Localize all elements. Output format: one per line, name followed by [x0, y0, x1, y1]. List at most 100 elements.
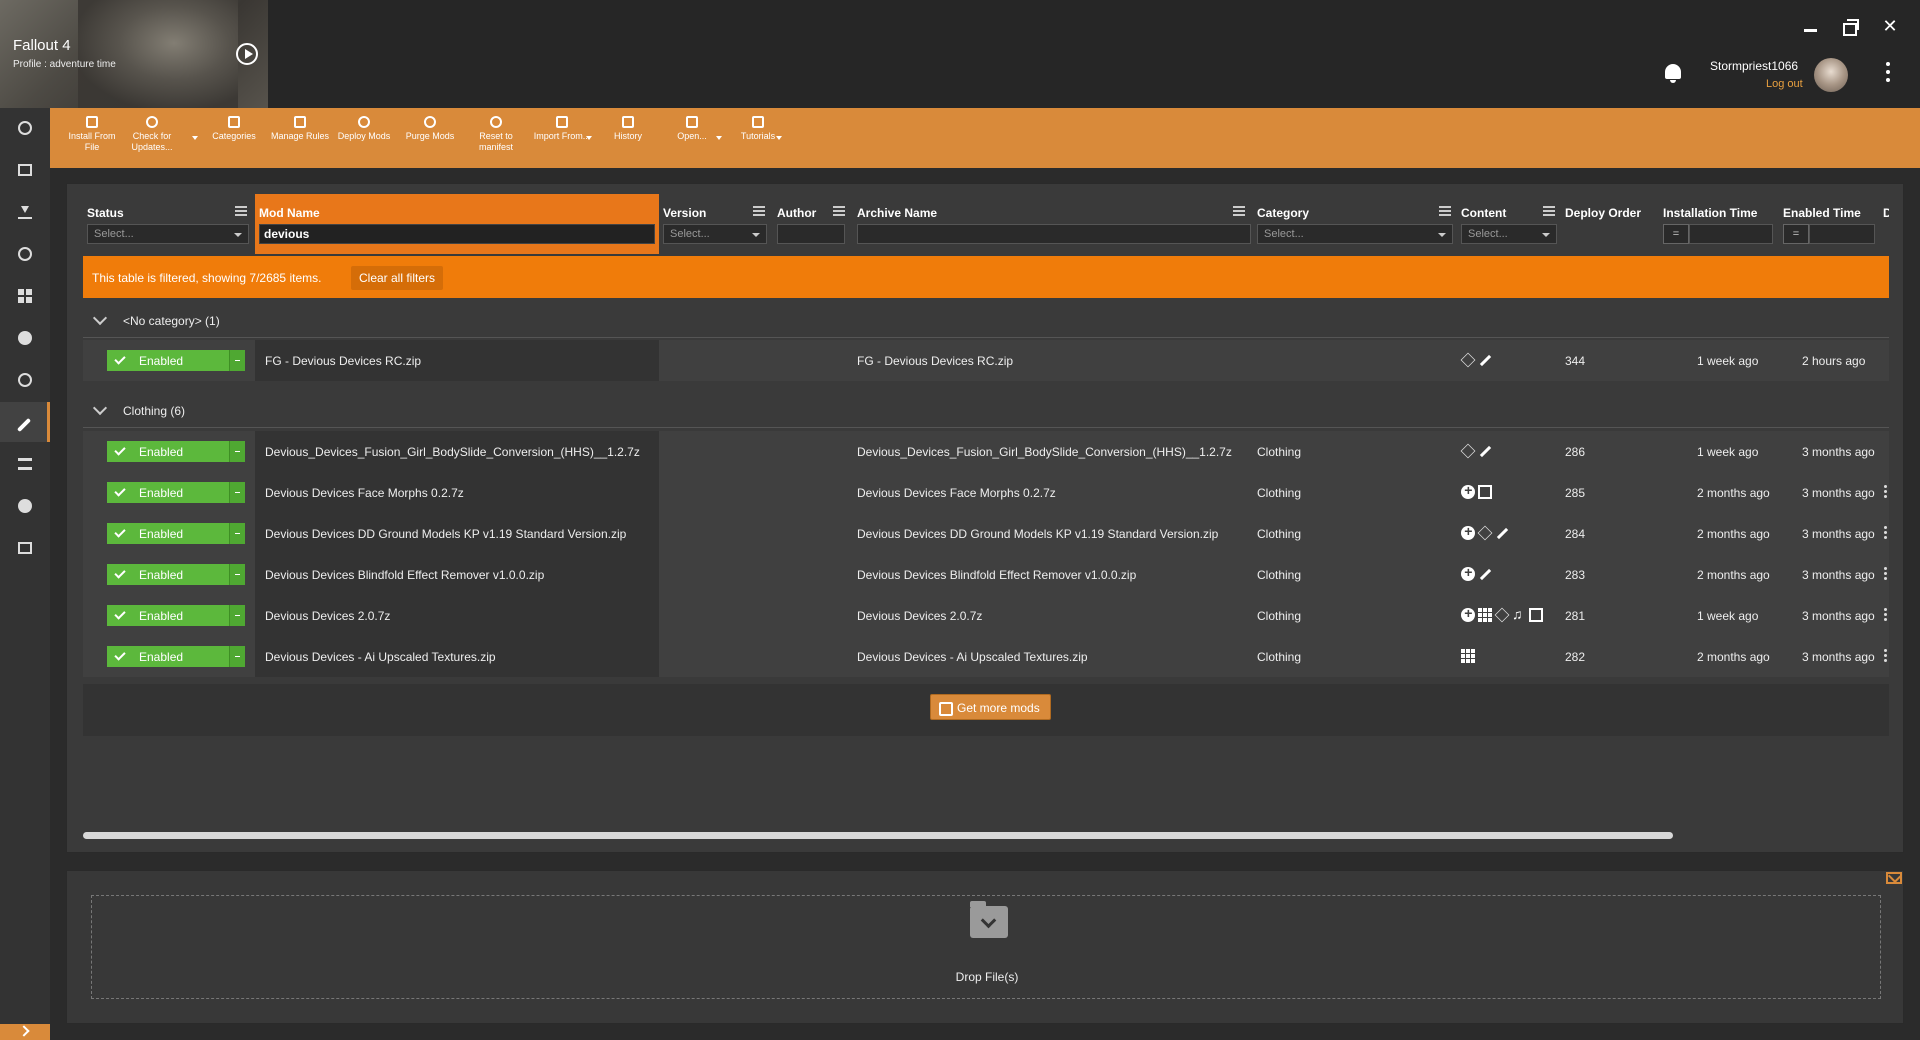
import-from-button[interactable]: Import From...	[532, 114, 592, 164]
status-dropdown-icon[interactable]	[229, 441, 245, 462]
status-toggle[interactable]: Enabled	[107, 564, 245, 585]
nav-games[interactable]	[0, 150, 50, 190]
status-toggle[interactable]: Enabled	[107, 523, 245, 544]
column-category[interactable]: Category Select...	[1253, 194, 1457, 254]
import-dropdown-icon[interactable]	[586, 136, 592, 140]
logout-link[interactable]: Log out	[1766, 78, 1803, 90]
enabled-time-operator[interactable]: =	[1783, 224, 1809, 244]
column-deploy-order[interactable]: Deploy Order	[1561, 194, 1659, 254]
categories-button[interactable]: Categories	[204, 114, 264, 164]
status-dropdown-icon[interactable]	[229, 646, 245, 667]
close-icon[interactable]: ✕	[1880, 16, 1900, 36]
status-dropdown-icon[interactable]	[229, 605, 245, 626]
enabled-time-filter-input[interactable]	[1809, 224, 1875, 244]
row-menu-icon[interactable]	[1884, 485, 1887, 499]
group-header-no-category[interactable]: <No category> (1)	[83, 302, 1889, 338]
column-mod-name[interactable]: Mod Name devious	[255, 194, 659, 254]
column-truncated[interactable]: D	[1879, 194, 1889, 254]
category-filter-select[interactable]: Select...	[1257, 224, 1453, 244]
restore-icon[interactable]	[1840, 16, 1860, 36]
nav-plugins[interactable]	[0, 444, 50, 484]
installation-time-filter-input[interactable]	[1689, 224, 1773, 244]
column-archive-name[interactable]: Archive Name	[853, 194, 1253, 254]
nav-saves[interactable]	[0, 528, 50, 568]
chevron-down-icon[interactable]	[92, 310, 108, 326]
reset-to-manifest-button[interactable]: Reset to manifest	[466, 114, 526, 164]
nav-downloads[interactable]	[0, 192, 50, 232]
drop-zone[interactable]: Drop File(s)	[91, 895, 1881, 999]
table-row[interactable]: Enabled FG - Devious Devices RC.zip FG -…	[83, 340, 1889, 381]
manage-rules-button[interactable]: Manage Rules	[270, 114, 330, 164]
open-dropdown-icon[interactable]	[716, 136, 722, 140]
install-from-file-button[interactable]: Install From File	[62, 114, 122, 164]
column-version[interactable]: Version Select...	[659, 194, 773, 254]
status-toggle[interactable]: Enabled	[107, 441, 245, 462]
content-filter-select[interactable]: Select...	[1461, 224, 1557, 244]
play-icon[interactable]	[236, 43, 258, 65]
table-row[interactable]: Enabled Devious Devices - Ai Upscaled Te…	[83, 636, 1889, 677]
nav-dashboard[interactable]	[0, 108, 50, 148]
filter-icon[interactable]	[235, 206, 247, 216]
nav-settings[interactable]	[0, 360, 50, 400]
gear-icon	[18, 373, 32, 387]
bell-icon[interactable]	[1662, 62, 1684, 84]
archive-name-filter-input[interactable]	[857, 224, 1251, 244]
filter-icon[interactable]	[1233, 206, 1245, 216]
chevron-down-icon[interactable]	[92, 400, 108, 416]
mail-icon[interactable]	[1886, 872, 1902, 884]
deploy-mods-button[interactable]: Deploy Mods	[334, 114, 394, 164]
get-more-mods-button[interactable]: Get more mods	[930, 694, 1051, 720]
avatar[interactable]	[1814, 58, 1848, 92]
row-menu-icon[interactable]	[1884, 526, 1887, 540]
status-filter-select[interactable]: Select...	[87, 224, 249, 244]
status-toggle[interactable]: Enabled	[107, 646, 245, 667]
status-toggle[interactable]: Enabled	[107, 605, 245, 626]
status-toggle[interactable]: Enabled	[107, 350, 245, 371]
installation-time-operator[interactable]: =	[1663, 224, 1689, 244]
filter-icon[interactable]	[1439, 206, 1451, 216]
row-menu-icon[interactable]	[1884, 567, 1887, 581]
row-menu-icon[interactable]	[1884, 649, 1887, 663]
purge-mods-button[interactable]: Purge Mods	[400, 114, 460, 164]
row-menu-icon[interactable]	[1884, 608, 1887, 622]
table-row[interactable]: Enabled Devious Devices DD Ground Models…	[83, 513, 1889, 554]
table-row[interactable]: Enabled Devious Devices Face Morphs 0.2.…	[83, 472, 1889, 513]
horizontal-scrollbar[interactable]	[83, 832, 1673, 839]
expand-nav-icon[interactable]	[0, 1024, 50, 1040]
clear-all-filters-button[interactable]: Clear all filters	[351, 266, 444, 290]
more-menu-icon[interactable]	[1886, 62, 1890, 82]
nav-about[interactable]	[0, 318, 50, 358]
filter-icon[interactable]	[833, 206, 845, 216]
column-enabled-time[interactable]: Enabled Time =	[1779, 194, 1879, 254]
status-dropdown-icon[interactable]	[229, 350, 245, 371]
column-installation-time[interactable]: Installation Time =	[1659, 194, 1779, 254]
nav-extensions[interactable]	[0, 276, 50, 316]
group-header-clothing[interactable]: Clothing (6)	[83, 392, 1889, 428]
version-filter-select[interactable]: Select...	[663, 224, 767, 244]
nav-gaming[interactable]	[0, 234, 50, 274]
history-button[interactable]: History	[598, 114, 658, 164]
column-status[interactable]: Status Select...	[83, 194, 253, 254]
status-dropdown-icon[interactable]	[229, 564, 245, 585]
open-button[interactable]: Open...	[662, 114, 722, 164]
status-dropdown-icon[interactable]	[229, 482, 245, 503]
filter-notice-bar: This table is filtered, showing 7/2685 i…	[83, 256, 1889, 298]
status-dropdown-icon[interactable]	[229, 523, 245, 544]
status-toggle[interactable]: Enabled	[107, 482, 245, 503]
filter-icon[interactable]	[753, 206, 765, 216]
tutorials-dropdown-icon[interactable]	[776, 136, 782, 140]
nav-mods[interactable]	[0, 402, 50, 442]
check-updates-dropdown-icon[interactable]	[192, 136, 198, 140]
table-row[interactable]: Enabled Devious Devices 2.0.7z Devious D…	[83, 595, 1889, 636]
filter-icon[interactable]	[1543, 206, 1555, 216]
mod-name-filter-input[interactable]: devious	[259, 224, 655, 244]
nav-add[interactable]	[0, 486, 50, 526]
column-content[interactable]: Content Select...	[1457, 194, 1561, 254]
table-row[interactable]: Enabled Devious Devices Blindfold Effect…	[83, 554, 1889, 595]
check-for-updates-button[interactable]: Check for Updates...	[122, 114, 182, 164]
author-filter-input[interactable]	[777, 224, 845, 244]
game-banner[interactable]: Fallout 4 Profile : adventure time	[0, 0, 268, 108]
table-row[interactable]: Enabled Devious_Devices_Fusion_Girl_Body…	[83, 431, 1889, 472]
minimize-icon[interactable]	[1800, 16, 1820, 36]
column-author[interactable]: Author	[773, 194, 853, 254]
